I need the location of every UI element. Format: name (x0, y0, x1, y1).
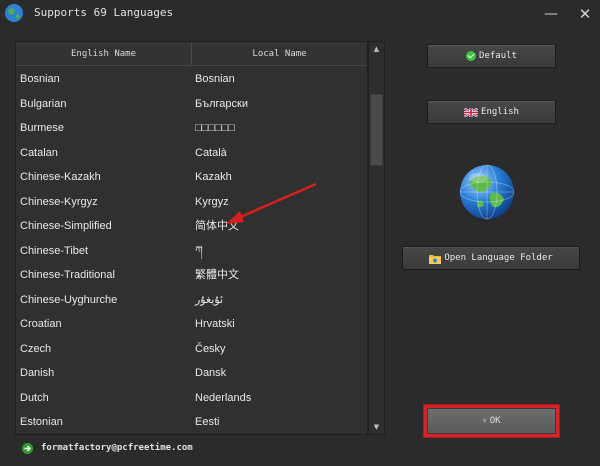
list-row[interactable]: Burmese □□□□□□ (16, 116, 367, 141)
list-row[interactable]: Dutch Nederlands (16, 386, 367, 411)
list-row[interactable]: Estonian Eesti (16, 410, 367, 435)
list-row[interactable]: Danish Dansk (16, 361, 367, 386)
english-name: Czech (20, 342, 52, 355)
local-name: Nederlands (195, 391, 252, 404)
list-row[interactable]: Chinese-Tibet ཀ (16, 239, 367, 264)
minimize-button[interactable]: — (540, 4, 562, 24)
globe-icon (459, 164, 515, 220)
ok-button[interactable]: ▼ OK (427, 408, 556, 434)
local-name: Hrvatski (195, 318, 235, 330)
local-name: □□□□□□ (195, 122, 235, 134)
column-header-local-name[interactable]: Local Name (192, 42, 367, 66)
local-name: Eesti (195, 416, 220, 428)
english-name: Chinese-Tibet (20, 244, 89, 257)
scroll-down-arrow-icon[interactable]: ▼ (369, 421, 384, 433)
list-row[interactable]: Chinese-Uyghurche ئۇيغۇر (16, 288, 367, 313)
local-name: Bosnian (195, 73, 235, 85)
list-row[interactable]: Catalan Català (16, 141, 367, 166)
english-name: Chinese-Traditional (20, 269, 115, 281)
english-name: Danish (20, 367, 55, 379)
english-name: Chinese-Kyrgyz (20, 195, 98, 208)
english-name: Chinese-Uyghurche (20, 293, 118, 306)
local-name: Català (195, 146, 227, 159)
english-name: Bulgarian (20, 97, 67, 110)
scroll-up-arrow-icon[interactable]: ▲ (369, 43, 384, 55)
local-name: 简体中文 (195, 220, 239, 232)
chevron-down-icon: ▼ (482, 417, 487, 425)
open-language-folder-label: Open Language Folder (444, 253, 553, 263)
default-button[interactable]: Default (427, 44, 556, 68)
title-bar: Supports 69 Languages — ✕ (0, 0, 600, 30)
default-button-label: Default (479, 51, 517, 61)
close-button[interactable]: ✕ (574, 4, 596, 24)
list-row[interactable]: Croatian Hrvatski (16, 312, 367, 337)
list-row[interactable]: Bulgarian Български (16, 92, 367, 117)
english-name: Catalan (20, 146, 58, 159)
local-name: Kazakh (195, 171, 232, 183)
local-name: Български (195, 97, 248, 110)
local-name: Kyrgyz (195, 195, 229, 208)
english-name: Croatian (20, 318, 62, 330)
language-list[interactable]: English Name Local Name Bosnian Bosnian B… (15, 41, 368, 435)
list-row[interactable]: Chinese-Kazakh Kazakh (16, 165, 367, 190)
local-name: ئۇيغۇر (195, 293, 224, 306)
english-button-label: English (481, 107, 519, 117)
list-row[interactable]: Chinese-Kyrgyz Kyrgyz (16, 190, 367, 215)
globe-app-icon (5, 4, 23, 22)
list-header: English Name Local Name (16, 42, 367, 66)
english-name: Chinese-Simplified (20, 220, 112, 232)
local-name: Dansk (195, 367, 227, 379)
ok-button-label: OK (489, 416, 501, 426)
english-name: Dutch (20, 391, 49, 404)
local-name: 繁體中文 (195, 269, 239, 281)
list-row[interactable]: Chinese-Traditional 繁體中文 (16, 263, 367, 288)
support-email-link[interactable]: formatfactory@pcfreetime.com (41, 443, 193, 453)
list-row[interactable]: Czech Česky (16, 337, 367, 362)
english-name: Estonian (20, 416, 63, 428)
arrow-right-icon (22, 443, 33, 454)
english-button[interactable]: English (427, 100, 556, 124)
check-icon (466, 51, 477, 61)
folder-icon (429, 254, 442, 264)
open-language-folder-button[interactable]: Open Language Folder (402, 246, 580, 270)
list-rows: Bosnian Bosnian Bulgarian Български Burmes… (16, 67, 367, 435)
local-name: Česky (195, 342, 226, 355)
window-title: Supports 69 Languages (34, 6, 174, 19)
english-name: Chinese-Kazakh (20, 171, 101, 183)
english-name: Burmese (20, 122, 65, 134)
list-row[interactable]: Bosnian Bosnian (16, 67, 367, 92)
scroll-thumb[interactable] (370, 94, 383, 166)
local-name: ཀ (195, 244, 203, 257)
list-scrollbar[interactable]: ▲ ▼ (368, 41, 385, 435)
column-header-english-name[interactable]: English Name (16, 42, 192, 66)
english-name: Bosnian (20, 73, 60, 85)
list-row[interactable]: Chinese-Simplified 简体中文 (16, 214, 367, 239)
uk-flag-icon (464, 107, 479, 117)
